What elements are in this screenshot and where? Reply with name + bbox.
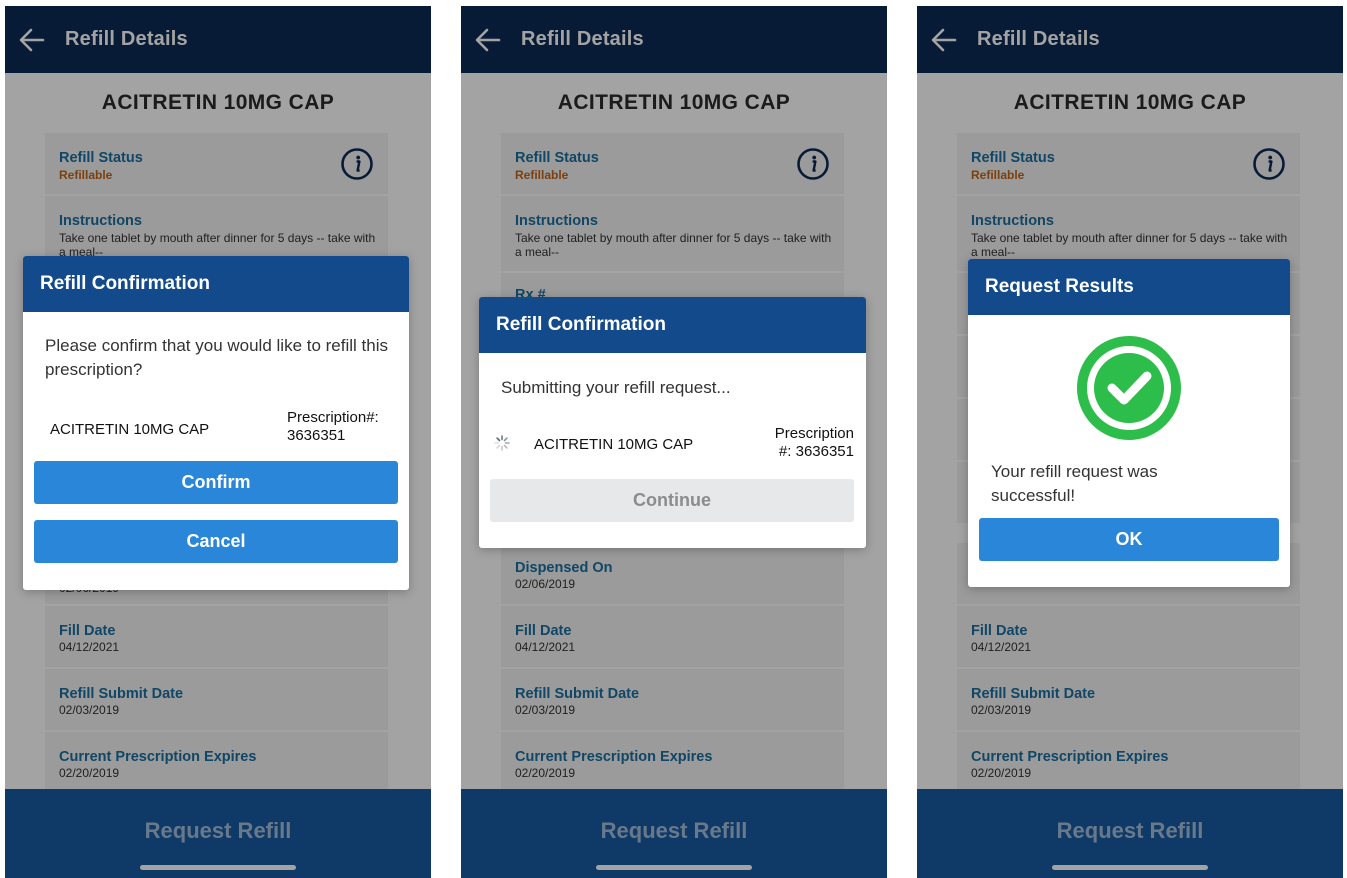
confirm-button[interactable]: Confirm xyxy=(34,461,398,504)
dialog-drug-name: ACITRETIN 10MG CAP xyxy=(534,436,694,453)
dialog-title: Request Results xyxy=(968,259,1290,315)
cancel-button[interactable]: Cancel xyxy=(34,520,398,563)
request-results-dialog: Request Results Your refill request was … xyxy=(968,259,1290,587)
dialog-drug-name: ACITRETIN 10MG CAP xyxy=(50,421,210,438)
continue-button[interactable]: Continue xyxy=(490,479,854,522)
dialog-prescription-number: Prescription#: 3636351 xyxy=(287,409,379,444)
dialog-prescription-number: Prescription #: 3636351 xyxy=(774,425,854,460)
dialog-title: Refill Confirmation xyxy=(23,256,409,312)
ok-button[interactable]: OK xyxy=(979,518,1279,561)
phone-screen-submitting: Refill Details ACITRETIN 10MG CAP Refill… xyxy=(461,6,887,878)
success-checkmark-icon xyxy=(1077,336,1181,440)
refill-confirmation-dialog: Refill Confirmation Please confirm that … xyxy=(23,256,409,590)
dialog-message: Please confirm that you would like to re… xyxy=(45,336,388,379)
dialog-message: Your refill request was successful! xyxy=(991,462,1158,505)
loading-spinner-icon xyxy=(494,435,510,451)
dialog-message: Submitting your refill request... xyxy=(501,378,731,397)
phone-screen-confirm: Refill Details ACITRETIN 10MG CAP Refill… xyxy=(5,6,431,878)
phone-screen-results: Refill Details ACITRETIN 10MG CAP Refill… xyxy=(917,6,1343,878)
refill-submitting-dialog: Refill Confirmation Submitting your refi… xyxy=(479,297,866,548)
dialog-title: Refill Confirmation xyxy=(479,297,866,353)
